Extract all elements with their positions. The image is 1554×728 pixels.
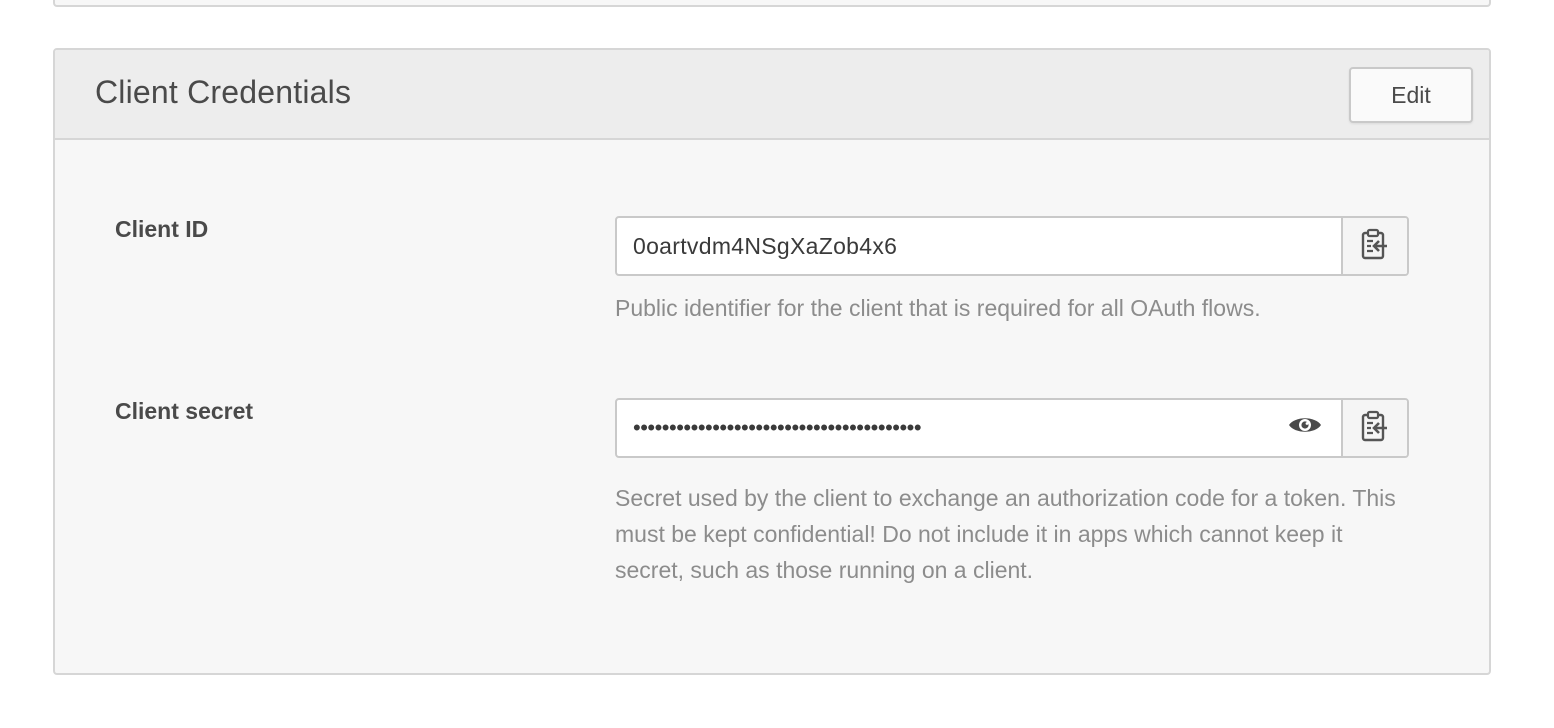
client-id-help: Public identifier for the client that is… (615, 295, 1261, 321)
panel-header: Client Credentials Edit (55, 50, 1489, 140)
eye-icon (1288, 414, 1322, 442)
copy-client-id-button[interactable] (1341, 218, 1407, 274)
client-secret-label: Client secret (115, 398, 254, 424)
clipboard-copy-icon (1361, 228, 1389, 265)
client-secret-help: Secret used by the client to exchange an… (615, 485, 1396, 583)
client-secret-field: •••••••••••••••••••••••••••••••••••••••• (615, 398, 1409, 458)
edit-button[interactable]: Edit (1349, 67, 1473, 123)
client-id-label: Client ID (115, 216, 209, 242)
client-id-value[interactable]: 0oartvdm4NSgXaZob4x6 (617, 218, 1341, 274)
reveal-secret-button[interactable] (1287, 414, 1323, 442)
panel-title: Client Credentials (95, 74, 352, 110)
client-id-field: 0oartvdm4NSgXaZob4x6 (615, 216, 1409, 276)
client-credentials-panel: Client Credentials Edit Client ID 0oartv… (53, 48, 1491, 675)
copy-client-secret-button[interactable] (1341, 400, 1407, 456)
previous-panel-edge (53, 0, 1491, 7)
client-secret-input[interactable]: •••••••••••••••••••••••••••••••••••••••• (617, 400, 1341, 456)
client-secret-masked-value: •••••••••••••••••••••••••••••••••••••••• (633, 415, 922, 440)
clipboard-copy-icon (1361, 410, 1389, 447)
